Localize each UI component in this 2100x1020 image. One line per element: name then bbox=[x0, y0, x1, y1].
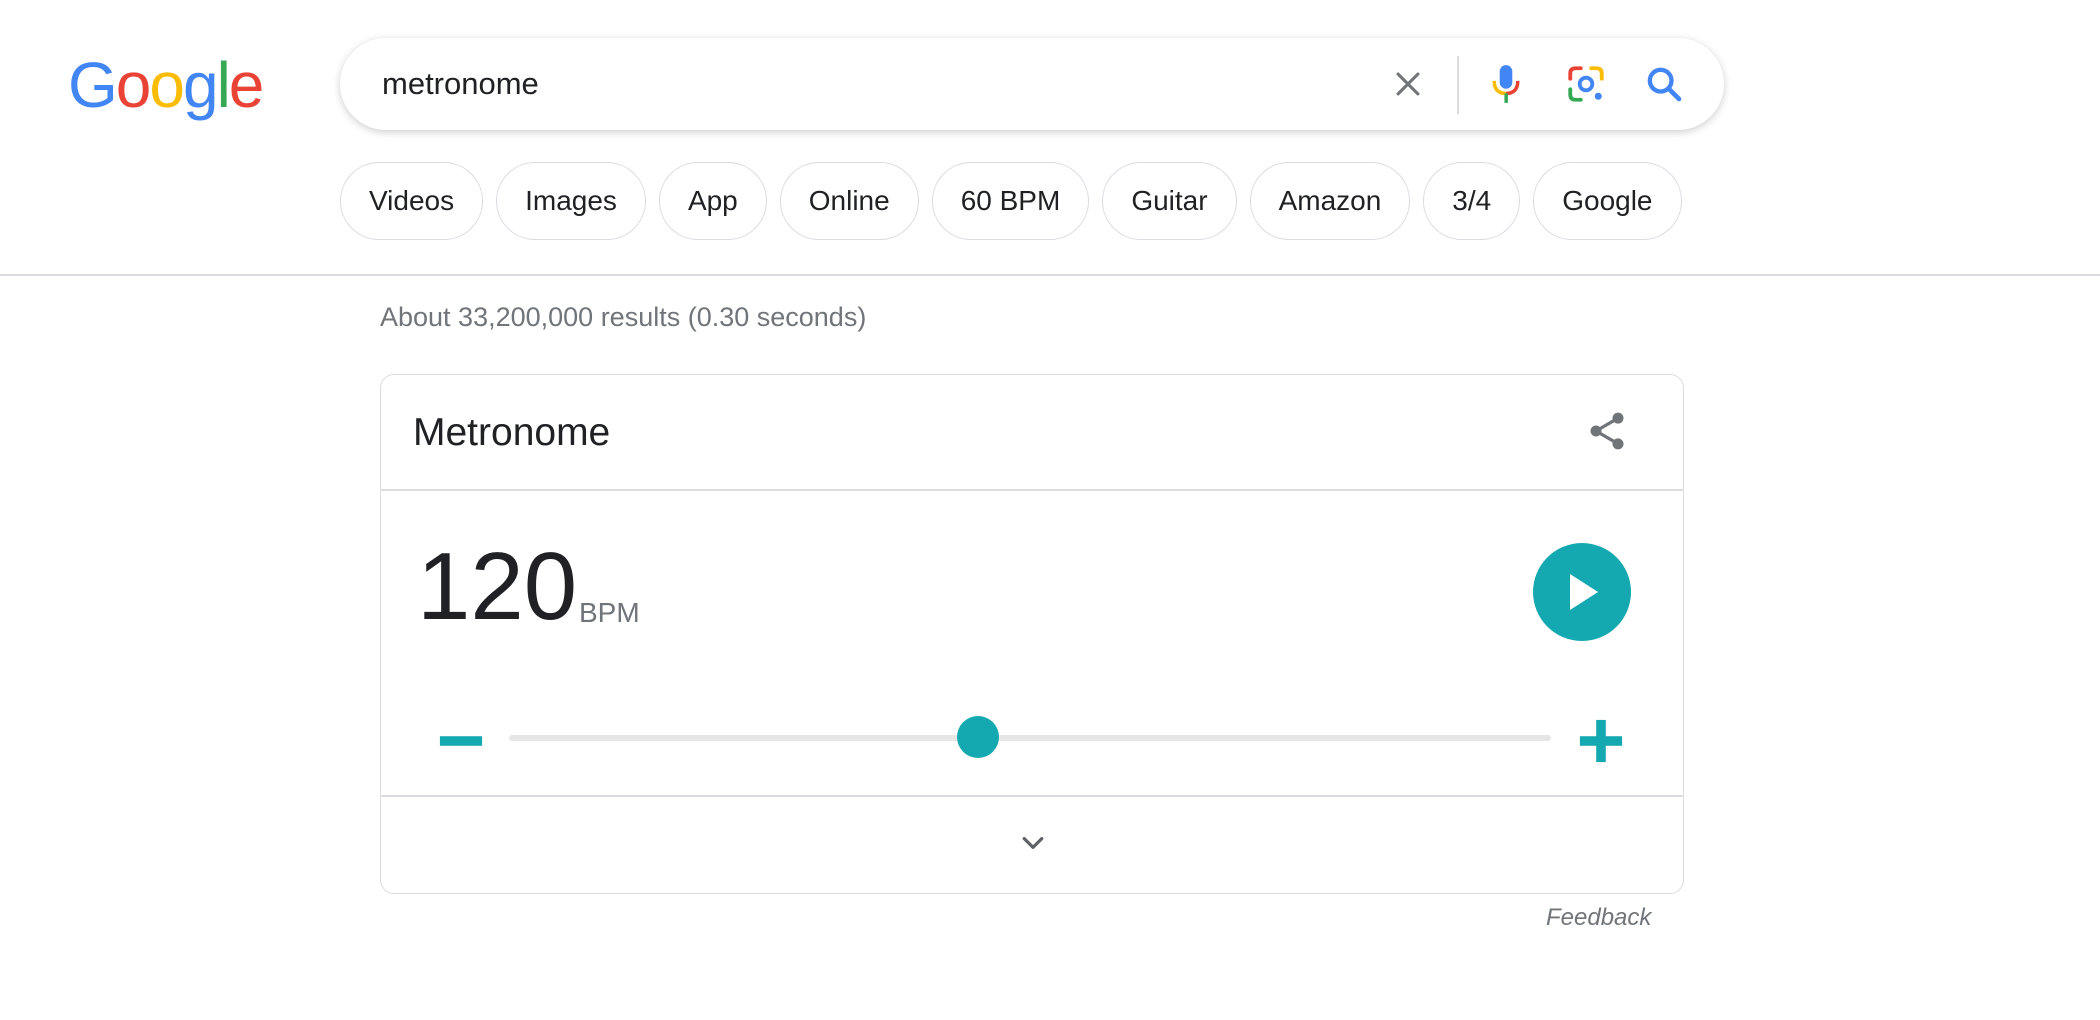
chip-images[interactable]: Images bbox=[496, 162, 646, 240]
result-stats: About 33,200,000 results (0.30 seconds) bbox=[380, 302, 867, 332]
search-box bbox=[340, 38, 1724, 130]
card-divider bbox=[381, 795, 1683, 797]
chip-3-4[interactable]: 3/4 bbox=[1423, 162, 1521, 240]
logo-letter: G bbox=[68, 49, 118, 121]
bpm-value: 120 bbox=[417, 533, 578, 640]
logo-letter: g bbox=[182, 49, 219, 121]
play-icon bbox=[1570, 574, 1598, 610]
card-title: Metronome bbox=[413, 411, 611, 454]
search-icon[interactable] bbox=[1640, 60, 1688, 108]
chevron-down-icon[interactable] bbox=[1005, 815, 1061, 871]
lens-camera-icon[interactable] bbox=[1562, 60, 1610, 108]
share-icon[interactable] bbox=[1579, 403, 1635, 459]
search-chips: Videos Images App Online 60 BPM Guitar A… bbox=[340, 162, 1682, 244]
minus-button[interactable] bbox=[433, 713, 489, 769]
logo-letter: e bbox=[228, 49, 265, 121]
chip-online[interactable]: Online bbox=[779, 162, 919, 240]
logo-letter: l bbox=[216, 49, 231, 121]
tempo-slider[interactable] bbox=[509, 735, 1551, 741]
header-divider bbox=[0, 274, 2100, 276]
chip-google[interactable]: Google bbox=[1533, 162, 1682, 240]
plus-icon bbox=[1579, 719, 1623, 763]
metronome-card: Metronome 120 BPM bbox=[380, 374, 1684, 894]
tempo-slider-thumb[interactable] bbox=[956, 716, 999, 758]
logo-letter: o bbox=[149, 49, 185, 121]
bpm-unit: BPM bbox=[579, 597, 640, 628]
feedback-link[interactable]: Feedback bbox=[1546, 904, 1651, 932]
chip-guitar[interactable]: Guitar bbox=[1102, 162, 1237, 240]
plus-button[interactable] bbox=[1573, 713, 1629, 769]
chip-app[interactable]: App bbox=[658, 162, 767, 240]
logo-letter: o bbox=[115, 49, 152, 121]
clear-icon[interactable] bbox=[1384, 60, 1432, 108]
chip-amazon[interactable]: Amazon bbox=[1249, 162, 1411, 240]
chip-60-bpm[interactable]: 60 BPM bbox=[931, 162, 1090, 240]
search-divider bbox=[1457, 56, 1459, 114]
play-button[interactable] bbox=[1533, 543, 1631, 641]
search-input[interactable] bbox=[382, 60, 1282, 108]
minus-icon bbox=[439, 736, 483, 746]
microphone-icon[interactable] bbox=[1482, 60, 1530, 108]
card-divider bbox=[381, 489, 1683, 491]
chip-videos[interactable]: Videos bbox=[340, 162, 484, 240]
google-logo[interactable]: Google bbox=[68, 49, 265, 121]
